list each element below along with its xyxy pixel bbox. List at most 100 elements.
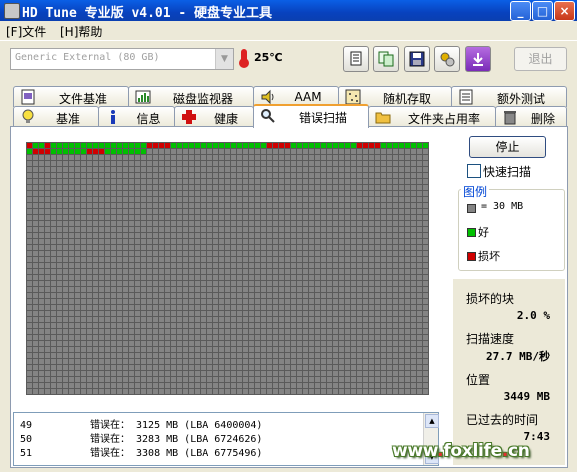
scan-block [357,245,362,250]
scan-block [123,281,128,286]
scan-block [183,155,188,160]
scan-block [207,317,212,322]
scan-block [195,359,200,364]
tab-folder-usage[interactable]: 文件夹占用率 [368,106,496,127]
scan-block [165,251,170,256]
scan-block [255,377,260,382]
scan-block [357,215,362,220]
scan-block [279,347,284,352]
scan-block [321,359,326,364]
scan-block [327,155,332,160]
tab-error-scan[interactable]: 错误扫描 [253,104,369,128]
tab-info[interactable]: 信息 [98,106,175,127]
scan-block [339,389,344,394]
scan-block [369,365,374,370]
scan-block [129,359,134,364]
scan-block [45,185,50,190]
scan-block [159,197,164,202]
scan-block [327,263,332,268]
scan-block [75,311,80,316]
scan-block [405,323,410,328]
scan-block [135,239,140,244]
stop-button[interactable]: 停止 [469,136,546,158]
scan-block [321,167,326,172]
tab-benchmark[interactable]: 基准 [13,106,99,127]
tab-health[interactable]: 健康 [174,106,254,127]
scan-block [201,143,206,148]
scan-block [51,365,56,370]
menu-help[interactable]: [H]帮助 [60,23,102,40]
scroll-up-icon[interactable]: ▲ [425,414,439,428]
scan-block [57,359,62,364]
scan-block [219,311,224,316]
scan-block [207,377,212,382]
scan-block [261,155,266,160]
scan-block [267,233,272,238]
scan-block [27,353,32,358]
tab-disk-monitor[interactable]: 磁盘监视器 [128,86,254,107]
scan-block [27,155,32,160]
scan-block [177,179,182,184]
scan-block [141,239,146,244]
exit-button[interactable]: 退出 [514,47,567,71]
scan-block [411,359,416,364]
minimize-button[interactable]: _ [510,1,531,21]
chevron-down-icon[interactable]: ▼ [215,49,233,69]
scan-block [255,353,260,358]
scan-block [141,359,146,364]
scan-block [291,347,296,352]
scan-block [153,329,158,334]
tab-file-benchmark[interactable]: 文件基准 [13,86,129,107]
scan-block [405,365,410,370]
scan-block [105,317,110,322]
scan-block [357,233,362,238]
download-button[interactable] [465,46,491,72]
quick-scan-label[interactable]: 快速扫描 [483,163,531,180]
menu-file[interactable]: [F]文件 [6,23,46,40]
scan-block [93,281,98,286]
scan-block [27,215,32,220]
scan-block [363,305,368,310]
scan-block [39,143,44,148]
scan-block [117,161,122,166]
save-button[interactable] [404,46,430,72]
copy-text-button[interactable] [343,46,369,72]
copy-screen-button[interactable] [373,46,399,72]
scan-block [285,359,290,364]
scan-block [207,155,212,160]
scan-block [153,377,158,382]
scan-block [363,179,368,184]
scan-block [105,353,110,358]
maximize-button[interactable]: □ [532,1,553,21]
error-log[interactable]: 49 错误在： 3125 MB (LBA 6400004) 50 错误在： 3283… [13,412,439,466]
scan-block [249,233,254,238]
scan-block [129,257,134,262]
scan-block [219,203,224,208]
scan-block [87,341,92,346]
scan-block [225,245,230,250]
scan-block [33,311,38,316]
options-button[interactable] [434,46,460,72]
close-button[interactable]: × [554,1,575,21]
scan-block [297,371,302,376]
scan-block [333,257,338,262]
tab-erase[interactable]: 删除 [495,106,567,127]
scan-block [267,371,272,376]
scan-block [201,191,206,196]
scan-block [405,257,410,262]
drive-select[interactable]: Generic External (80 GB) ▼ [10,48,234,70]
scan-block [333,389,338,394]
scan-block [207,335,212,340]
tab-extra-tests[interactable]: 额外测试 [451,86,567,107]
scan-block [165,185,170,190]
scan-block [351,167,356,172]
save-icon [409,51,425,67]
scan-block [297,323,302,328]
scan-block [63,323,68,328]
scan-block [45,239,50,244]
scan-block [369,287,374,292]
scan-block [57,305,62,310]
quick-scan-checkbox[interactable] [467,164,481,178]
scan-block [285,257,290,262]
scan-block [27,305,32,310]
